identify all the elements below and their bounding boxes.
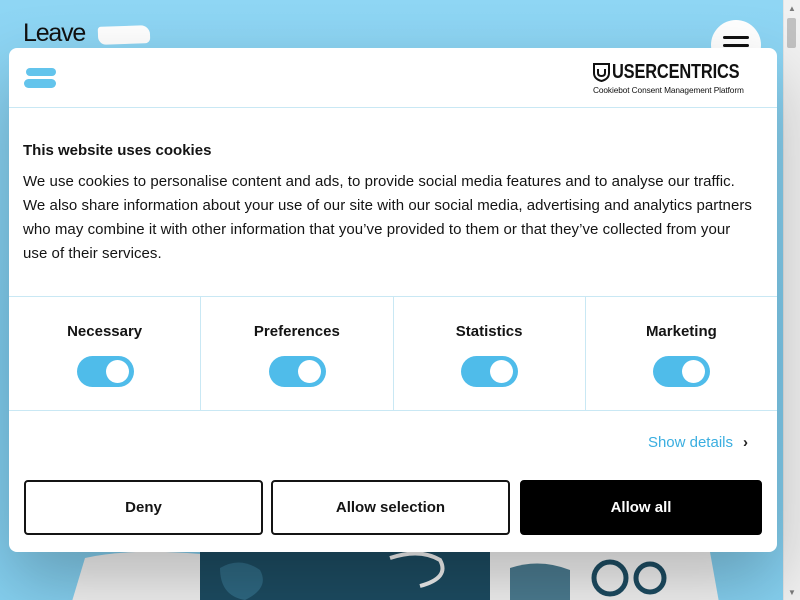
allow-all-button[interactable]: Allow all [520, 480, 762, 535]
toggle-marketing[interactable] [653, 356, 711, 387]
cookie-consent-dialog: USERCENTRICS Cookiebot Consent Managemen… [9, 48, 777, 552]
logo-brush-stroke [97, 25, 151, 45]
category-label: Marketing [645, 323, 717, 340]
category-marketing: Marketing [586, 297, 777, 410]
category-preferences: Preferences [201, 297, 394, 410]
provider-tagline: Cookiebot Consent Management Platform [593, 85, 744, 95]
provider-name: USERCENTRICS [612, 61, 740, 83]
toggle-statistics[interactable] [461, 356, 519, 387]
category-label: Preferences [253, 323, 340, 340]
toggle-knob [490, 360, 514, 383]
toggle-knob [105, 360, 129, 383]
site-brush-logo-icon [24, 68, 56, 88]
toggle-knob [297, 360, 321, 383]
usercentrics-logo[interactable]: USERCENTRICS Cookiebot Consent Managemen… [593, 61, 762, 95]
site-logo[interactable]: Leave [23, 19, 86, 47]
category-label: Statistics [455, 323, 523, 340]
dialog-title: This website uses cookies [23, 142, 212, 159]
hamburger-icon-line [723, 43, 749, 47]
toggle-knob [682, 360, 706, 383]
consent-categories: Necessary Preferences Statistics Marketi… [9, 296, 777, 411]
toggle-necessary[interactable] [76, 356, 134, 387]
dialog-body-text: We use cookies to personalise content an… [23, 173, 752, 262]
dialog-header: USERCENTRICS Cookiebot Consent Managemen… [9, 48, 777, 108]
category-necessary: Necessary [9, 297, 202, 410]
scrollbar[interactable]: ▲ ▼ [783, 0, 800, 600]
deny-button[interactable]: Deny [24, 480, 263, 535]
category-statistics: Statistics [394, 297, 586, 410]
show-details-label: Show details [647, 434, 733, 451]
hamburger-icon [723, 35, 749, 39]
allow-selection-button[interactable]: Allow selection [271, 480, 510, 535]
show-details-link[interactable]: Show details › [648, 434, 748, 451]
hero-illustration [72, 548, 719, 600]
scroll-up-arrow-icon[interactable]: ▲ [784, 0, 800, 16]
scroll-thumb[interactable] [787, 18, 796, 48]
category-label: Necessary [67, 323, 143, 340]
toggle-preferences[interactable] [268, 356, 326, 387]
shield-icon [593, 63, 610, 82]
chevron-right-icon: › [743, 434, 748, 451]
site-logo-text: Leave [23, 19, 86, 47]
scroll-down-arrow-icon[interactable]: ▼ [784, 584, 800, 600]
